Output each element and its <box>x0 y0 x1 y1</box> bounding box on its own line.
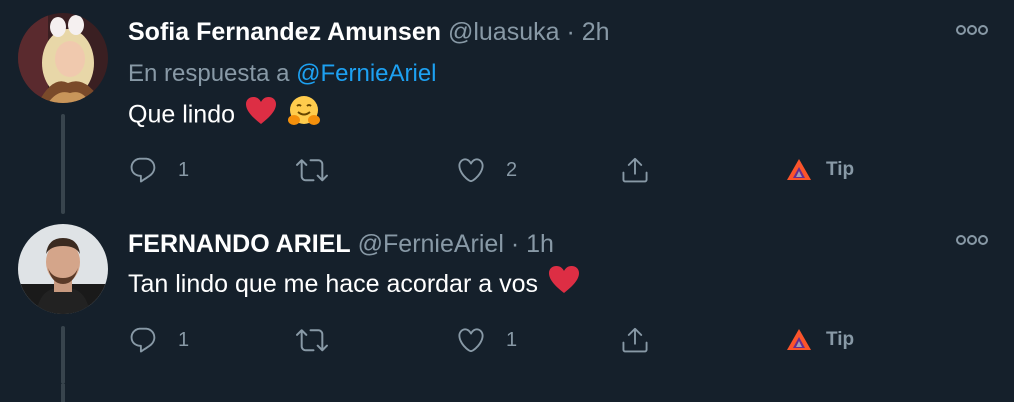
share-icon <box>620 325 650 355</box>
like-icon <box>456 155 486 185</box>
share-button[interactable] <box>620 320 650 360</box>
share-icon <box>620 155 650 185</box>
reply-icon <box>128 155 158 185</box>
display-name[interactable]: Sofia Fernandez Amunsen <box>128 18 441 46</box>
brave-tip-icon <box>786 328 812 352</box>
tweet-header: FERNANDO ARIEL @FernieAriel · 1h <box>128 226 554 262</box>
more-icon[interactable] <box>955 232 988 250</box>
red-heart-icon <box>548 266 579 304</box>
like-icon <box>456 325 486 355</box>
user-handle[interactable]: @FernieAriel <box>358 230 504 258</box>
tip-button[interactable]: Tip <box>786 150 854 190</box>
more-icon[interactable] <box>955 22 988 40</box>
tweet-actions: 1 1 Tip <box>128 320 888 360</box>
reply-count: 1 <box>178 158 190 181</box>
reply-icon <box>128 325 158 355</box>
tweet-text: Tan lindo que me hace acordar a vos <box>128 266 579 304</box>
tweet-text-content: Que lindo <box>128 100 236 129</box>
user-handle[interactable]: @luasuka <box>448 18 560 46</box>
tweet-text-content: Tan lindo que me hace acordar a vos <box>128 270 538 298</box>
reply-button[interactable]: 1 <box>128 320 189 360</box>
tweet-text: Que lindo <box>128 95 321 137</box>
tip-label: Tip <box>826 329 855 350</box>
tweet-header: Sofia Fernandez Amunsen @luasuka · 2h <box>128 14 610 50</box>
tweet[interactable]: FERNANDO ARIEL @FernieAriel · 1h Tan lin… <box>0 214 1014 384</box>
replying-prefix: En respuesta a <box>128 60 290 87</box>
brave-tip-icon <box>786 158 812 182</box>
thread-line <box>61 384 65 402</box>
share-button[interactable] <box>620 150 650 190</box>
like-button[interactable]: 2 <box>456 150 517 190</box>
hugging-face-icon <box>287 95 321 137</box>
tip-label: Tip <box>826 159 855 180</box>
separator-dot: · <box>510 230 520 258</box>
tip-button[interactable]: Tip <box>786 320 854 360</box>
timestamp[interactable]: 1h <box>526 230 554 258</box>
like-count: 1 <box>506 328 518 351</box>
red-heart-icon <box>245 97 276 135</box>
timestamp[interactable]: 2h <box>582 18 610 46</box>
tweet[interactable]: Sofia Fernandez Amunsen @luasuka · 2h En… <box>0 0 1014 214</box>
retweet-icon <box>296 154 328 186</box>
reply-count: 1 <box>178 328 190 351</box>
retweet-button[interactable] <box>296 320 348 360</box>
tweet-actions: 1 2 Tip <box>128 150 888 190</box>
retweet-button[interactable] <box>296 150 348 190</box>
separator-dot: · <box>566 18 575 46</box>
like-count: 2 <box>506 158 518 181</box>
avatar[interactable] <box>18 224 108 314</box>
replying-to: En respuesta a @FernieAriel <box>128 57 437 91</box>
thread-line <box>61 114 65 214</box>
thread-line <box>61 326 65 384</box>
reply-button[interactable]: 1 <box>128 150 189 190</box>
retweet-icon <box>296 324 328 356</box>
avatar[interactable] <box>18 13 108 103</box>
like-button[interactable]: 1 <box>456 320 517 360</box>
display-name[interactable]: FERNANDO ARIEL <box>128 230 351 258</box>
replying-to-link[interactable]: @FernieAriel <box>296 60 436 87</box>
